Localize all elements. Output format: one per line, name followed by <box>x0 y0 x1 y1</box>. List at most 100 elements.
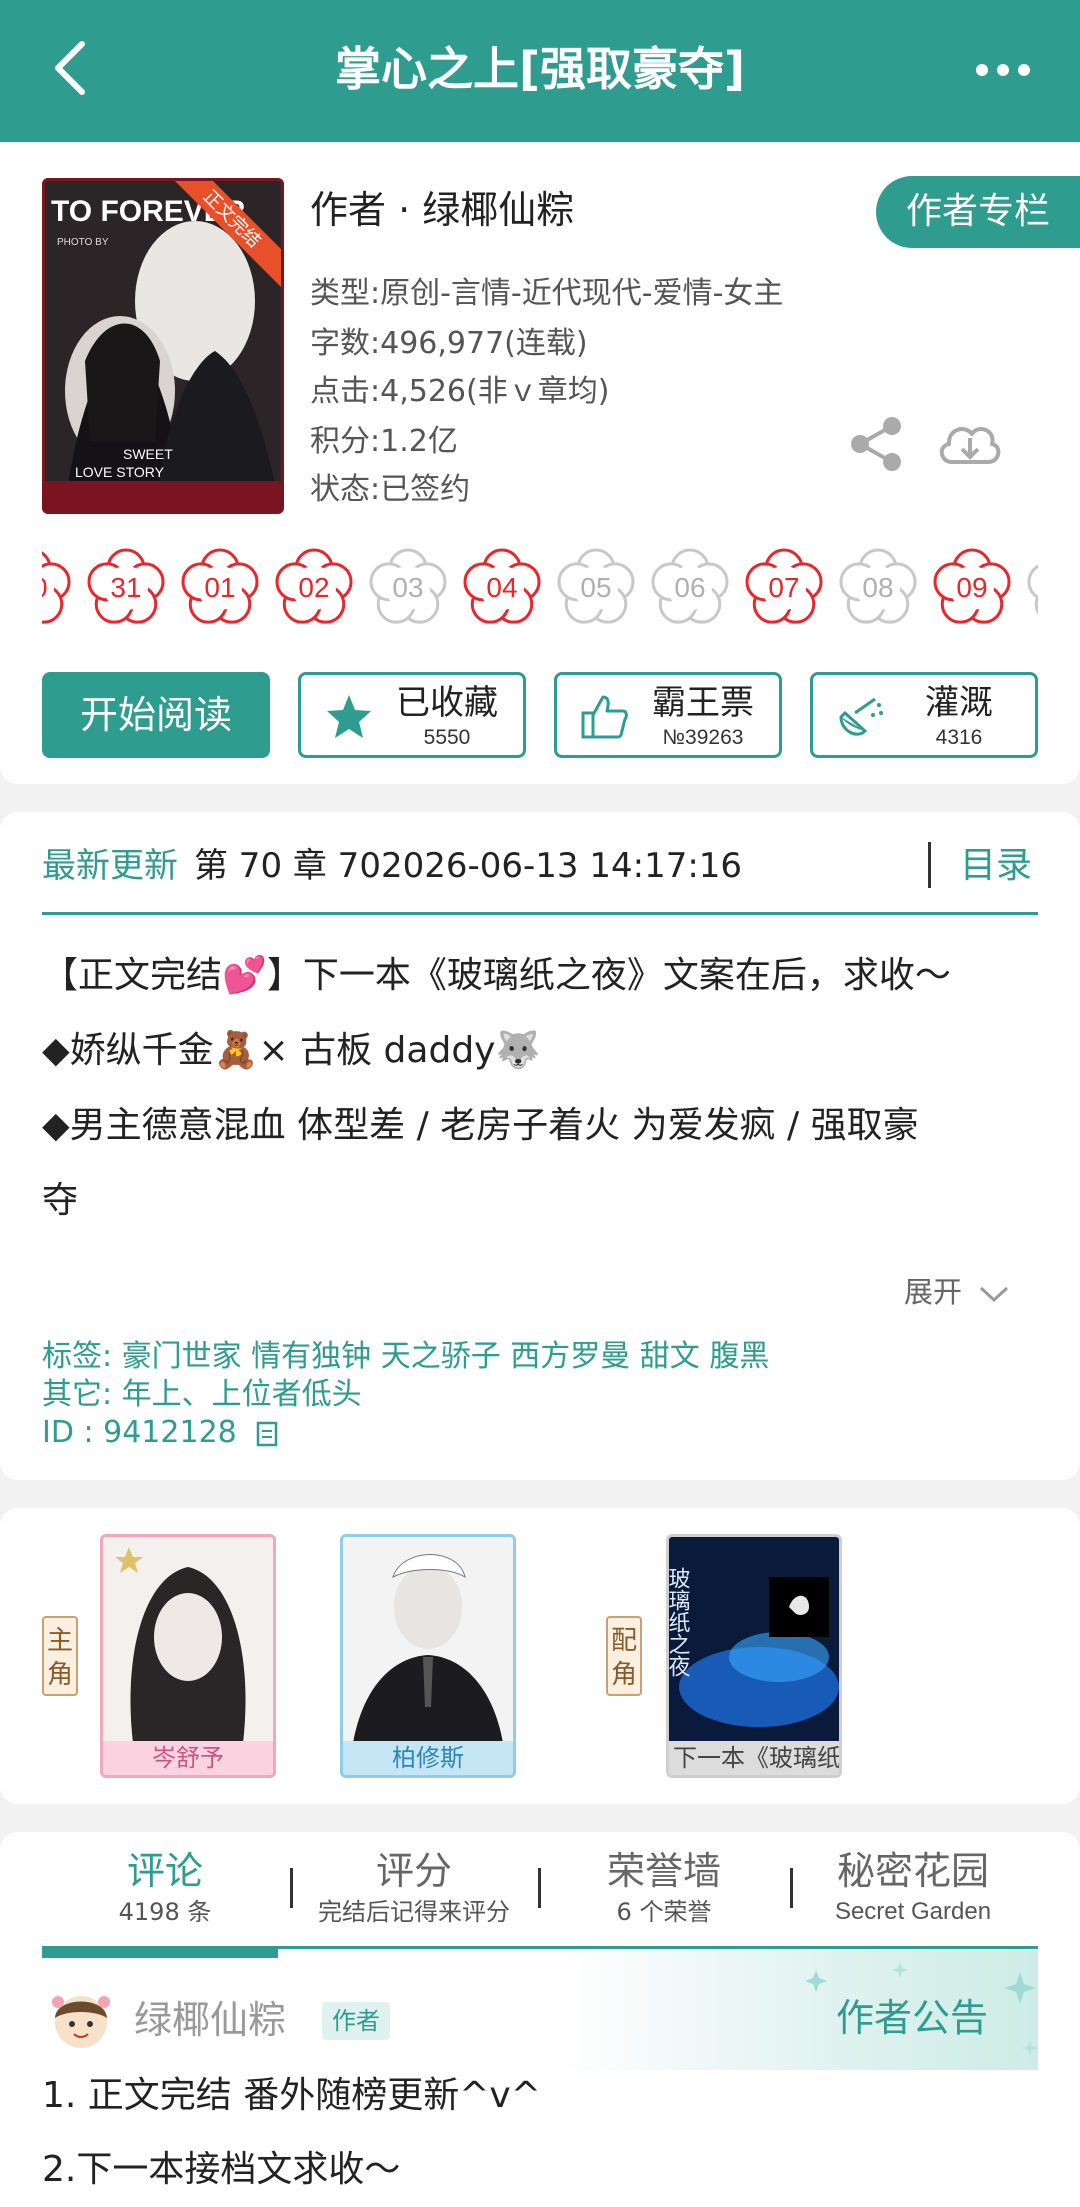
latest-chapter[interactable]: 第 70 章 702026-06-13 14:17:16 <box>194 838 742 894</box>
character-portrait <box>103 1537 273 1743</box>
daily-flower-row: 30 31 01 02 03 04 05 06 07 08 09 10 <box>42 546 1038 638</box>
character-portrait <box>343 1537 513 1743</box>
collect-label: 已收藏 <box>396 683 498 723</box>
chevron-left-icon <box>55 41 85 95</box>
more-button[interactable] <box>960 42 1050 102</box>
flower-date: 08 <box>862 572 894 603</box>
flower-date: 06 <box>674 572 706 603</box>
supporting-role-badge: 配角 <box>606 1616 642 1696</box>
tab-subtitle: 6 个荣誉 <box>616 1898 712 1926</box>
flower-item: 02 <box>272 546 356 630</box>
flower-item: 09 <box>930 546 1014 630</box>
expand-button[interactable]: 展开 <box>904 1270 1011 1314</box>
tab-rating[interactable]: 评分 完结后记得来评分 <box>298 1846 530 1928</box>
latest-update-label: 最新更新 <box>42 846 178 886</box>
tab-comments[interactable]: 评论 4198 条 <box>60 1846 270 1928</box>
star-icon <box>327 695 371 738</box>
tab-divider <box>790 1868 793 1908</box>
tab-secret-garden[interactable]: 秘密花园 Secret Garden <box>800 1846 1026 1928</box>
tab-title: 秘密花园 <box>836 1849 989 1893</box>
flower-date: 02 <box>298 572 330 603</box>
book-type: 类型:原创-言情-近代现代-爱情-女主 <box>310 276 784 311</box>
flower-date: 04 <box>486 572 518 603</box>
cover-photo-by: PHOTO BY <box>57 237 109 248</box>
author-column-button[interactable]: 作者专栏 <box>876 176 1080 248</box>
intro-line: 【正文完结💕】下一本《玻璃纸之夜》文案在后，求收～ <box>42 955 951 996</box>
main-role-badge: 主角 <box>42 1616 78 1696</box>
intro-line: ◆男主德意混血 体型差 / 老房子着火 为爱发疯 / 强取豪 <box>42 1105 919 1146</box>
back-button[interactable] <box>40 30 120 110</box>
cover-artwork: TO FOREVER PHOTO BY SWEET LOVE STORY 正文完… <box>45 181 281 511</box>
book-status: 状态:已签约 <box>310 472 471 507</box>
cover-love-story: LOVE STORY <box>75 464 165 480</box>
flower-item: 08 <box>836 546 920 630</box>
flower-date: 07 <box>768 572 800 603</box>
notice-line: 1. 正文完结 番外随榜更新^v^ <box>42 2075 541 2116</box>
ticket-count: №39263 <box>662 726 744 749</box>
flower-item: 30 <box>42 546 74 630</box>
ticket-button[interactable]: 霸王票 №39263 <box>554 672 782 758</box>
author-badge: 作者 <box>322 2002 390 2040</box>
tab-honor-wall[interactable]: 荣誉墙 6 个荣誉 <box>546 1846 782 1928</box>
chevron-down-icon <box>980 1286 1009 1303</box>
table-of-contents-link[interactable]: 目录 <box>960 838 1032 894</box>
flower-item: 03 <box>366 546 450 630</box>
flower-date: 03 <box>392 572 424 603</box>
flower-item: 01 <box>178 546 262 630</box>
flower-item: 31 <box>84 546 168 630</box>
tags-row[interactable]: 标签: 豪门世家 情有独钟 天之骄子 西方罗曼 甜文 腹黑 <box>42 1338 769 1376</box>
more-dots-icon <box>976 64 1030 76</box>
character-card[interactable]: 柏修斯 <box>340 1534 516 1778</box>
author-name[interactable]: 作者 · 绿椰仙粽 <box>310 182 574 238</box>
active-tab-indicator <box>42 1946 278 1958</box>
share-icon[interactable] <box>846 414 908 474</box>
divider <box>928 842 931 888</box>
start-reading-button[interactable]: 开始阅读 <box>42 672 270 758</box>
water-label: 灌溉 <box>925 683 993 723</box>
book-cover[interactable]: TO FOREVER PHOTO BY SWEET LOVE STORY 正文完… <box>42 178 284 514</box>
tab-title: 评分 <box>375 1849 452 1893</box>
flower-item: 04 <box>460 546 544 630</box>
tab-divider <box>290 1868 293 1908</box>
next-book-cover: 玻璃纸之夜 <box>669 1537 839 1743</box>
flower-date: 01 <box>204 572 236 603</box>
collect-button[interactable]: 已收藏 5550 <box>298 672 526 758</box>
flower-date: 05 <box>580 572 612 603</box>
character-name: 岑舒予 <box>103 1741 273 1775</box>
next-book-cover-text: 玻璃纸之夜 <box>669 1567 691 1677</box>
avatar[interactable] <box>46 1988 116 2052</box>
divider <box>42 912 1038 915</box>
flower-item: 07 <box>742 546 826 630</box>
tab-title: 评论 <box>126 1849 203 1893</box>
other-tags-row: 其它: 年上、上位者低头 <box>42 1377 362 1412</box>
tab-subtitle: 4198 条 <box>118 1898 212 1926</box>
flower-date: 31 <box>110 572 142 603</box>
flower-date: 09 <box>956 572 988 603</box>
page-title: 掌心之上[强取豪夺] <box>334 42 746 96</box>
thumbs-up-icon <box>581 695 628 739</box>
poster-name[interactable]: 绿椰仙粽 <box>134 1994 286 2046</box>
tab-divider <box>538 1868 541 1908</box>
expand-label: 展开 <box>904 1275 963 1309</box>
water-button[interactable]: 灌溉 4316 <box>810 672 1038 758</box>
tab-subtitle: Secret Garden <box>834 1898 992 1925</box>
tab-title: 荣誉墙 <box>606 1849 721 1893</box>
cover-sweet: SWEET <box>123 446 173 462</box>
character-card[interactable]: 岑舒予 <box>100 1534 276 1778</box>
download-icon[interactable] <box>934 414 1004 474</box>
tab-subtitle: 完结后记得来评分 <box>318 1898 510 1926</box>
watering-can-icon <box>839 697 883 736</box>
next-book-card[interactable]: 玻璃纸之夜 下一本《玻璃纸 <box>666 1534 842 1778</box>
water-count: 4316 <box>935 726 983 749</box>
book-score: 积分:1.2亿 <box>310 424 458 459</box>
author-notice-title: 作者公告 <box>836 1996 989 2040</box>
notice-line: 2.下一本接档文求收～ <box>42 2149 401 2190</box>
flower-item: 10 <box>1024 546 1038 630</box>
intro-line: 夺 <box>42 1180 79 1221</box>
book-id: ID : 9412128 <box>42 1415 237 1450</box>
character-name: 柏修斯 <box>343 1741 513 1775</box>
flower-date: 30 <box>42 546 74 630</box>
collect-count: 5550 <box>423 726 471 749</box>
ticket-label: 霸王票 <box>652 683 754 723</box>
copy-icon[interactable] <box>254 1419 284 1449</box>
